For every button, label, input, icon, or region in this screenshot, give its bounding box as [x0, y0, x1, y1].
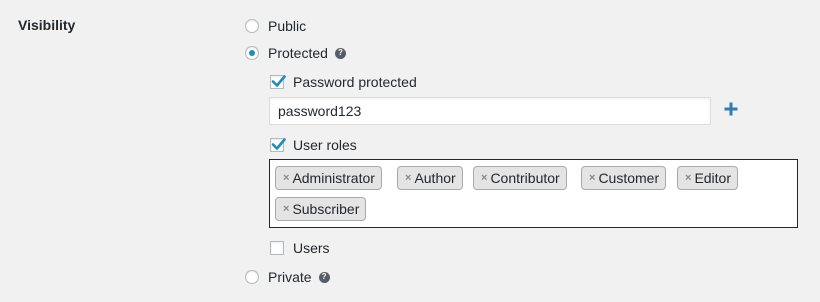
protected-radio[interactable]	[245, 46, 259, 60]
role-tag-label: Administrator	[292, 170, 375, 186]
user-roles-label[interactable]: User roles	[293, 137, 357, 153]
password-protected-option[interactable]: Password protected	[270, 72, 417, 92]
role-tag-customer: × Customer	[581, 166, 667, 190]
plus-icon	[724, 102, 738, 116]
public-radio[interactable]	[245, 19, 259, 33]
checkmark-icon	[271, 75, 286, 87]
role-tag-contributor: × Contributor	[473, 166, 567, 190]
visibility-option-private[interactable]: Private ?	[245, 267, 330, 287]
password-protected-label[interactable]: Password protected	[293, 74, 417, 90]
question-circle-icon[interactable]: ?	[334, 47, 346, 59]
user-roles-select[interactable]: × Administrator × Author × Contributor ×…	[269, 159, 798, 228]
users-label[interactable]: Users	[293, 240, 330, 256]
close-icon[interactable]: ×	[283, 203, 289, 215]
close-icon[interactable]: ×	[589, 172, 595, 184]
role-tag-label: Author	[414, 170, 456, 186]
users-option[interactable]: Users	[270, 238, 330, 258]
visibility-option-protected[interactable]: Protected ?	[245, 43, 346, 63]
role-tag-label: Customer	[598, 170, 660, 186]
user-roles-option[interactable]: User roles	[270, 135, 357, 155]
private-radio[interactable]	[245, 270, 259, 284]
close-icon[interactable]: ×	[283, 172, 289, 184]
users-checkbox[interactable]	[270, 241, 284, 255]
role-tag-editor: × Editor	[677, 166, 739, 190]
question-circle-icon[interactable]: ?	[318, 271, 330, 283]
public-label[interactable]: Public	[268, 18, 306, 34]
close-icon[interactable]: ×	[685, 172, 691, 184]
role-tag-subscriber: × Subscriber	[275, 197, 367, 221]
add-password-button[interactable]	[722, 100, 740, 118]
password-field[interactable]	[269, 97, 711, 125]
checkmark-icon	[271, 138, 286, 150]
role-tag-administrator: × Administrator	[275, 166, 382, 190]
role-tag-author: × Author	[397, 166, 463, 190]
private-label[interactable]: Private	[268, 269, 312, 285]
close-icon[interactable]: ×	[405, 172, 411, 184]
visibility-settings: Visibility Public Protected ? Password p…	[0, 0, 820, 302]
role-tag-label: Contributor	[490, 170, 560, 186]
password-protected-checkbox[interactable]	[270, 75, 286, 89]
visibility-label: Visibility	[18, 17, 76, 33]
protected-label[interactable]: Protected	[268, 45, 328, 61]
role-tag-label: Editor	[694, 170, 732, 186]
visibility-option-public[interactable]: Public	[245, 16, 306, 36]
close-icon[interactable]: ×	[481, 172, 487, 184]
user-roles-checkbox[interactable]	[270, 138, 286, 152]
role-tag-label: Subscriber	[292, 201, 360, 217]
